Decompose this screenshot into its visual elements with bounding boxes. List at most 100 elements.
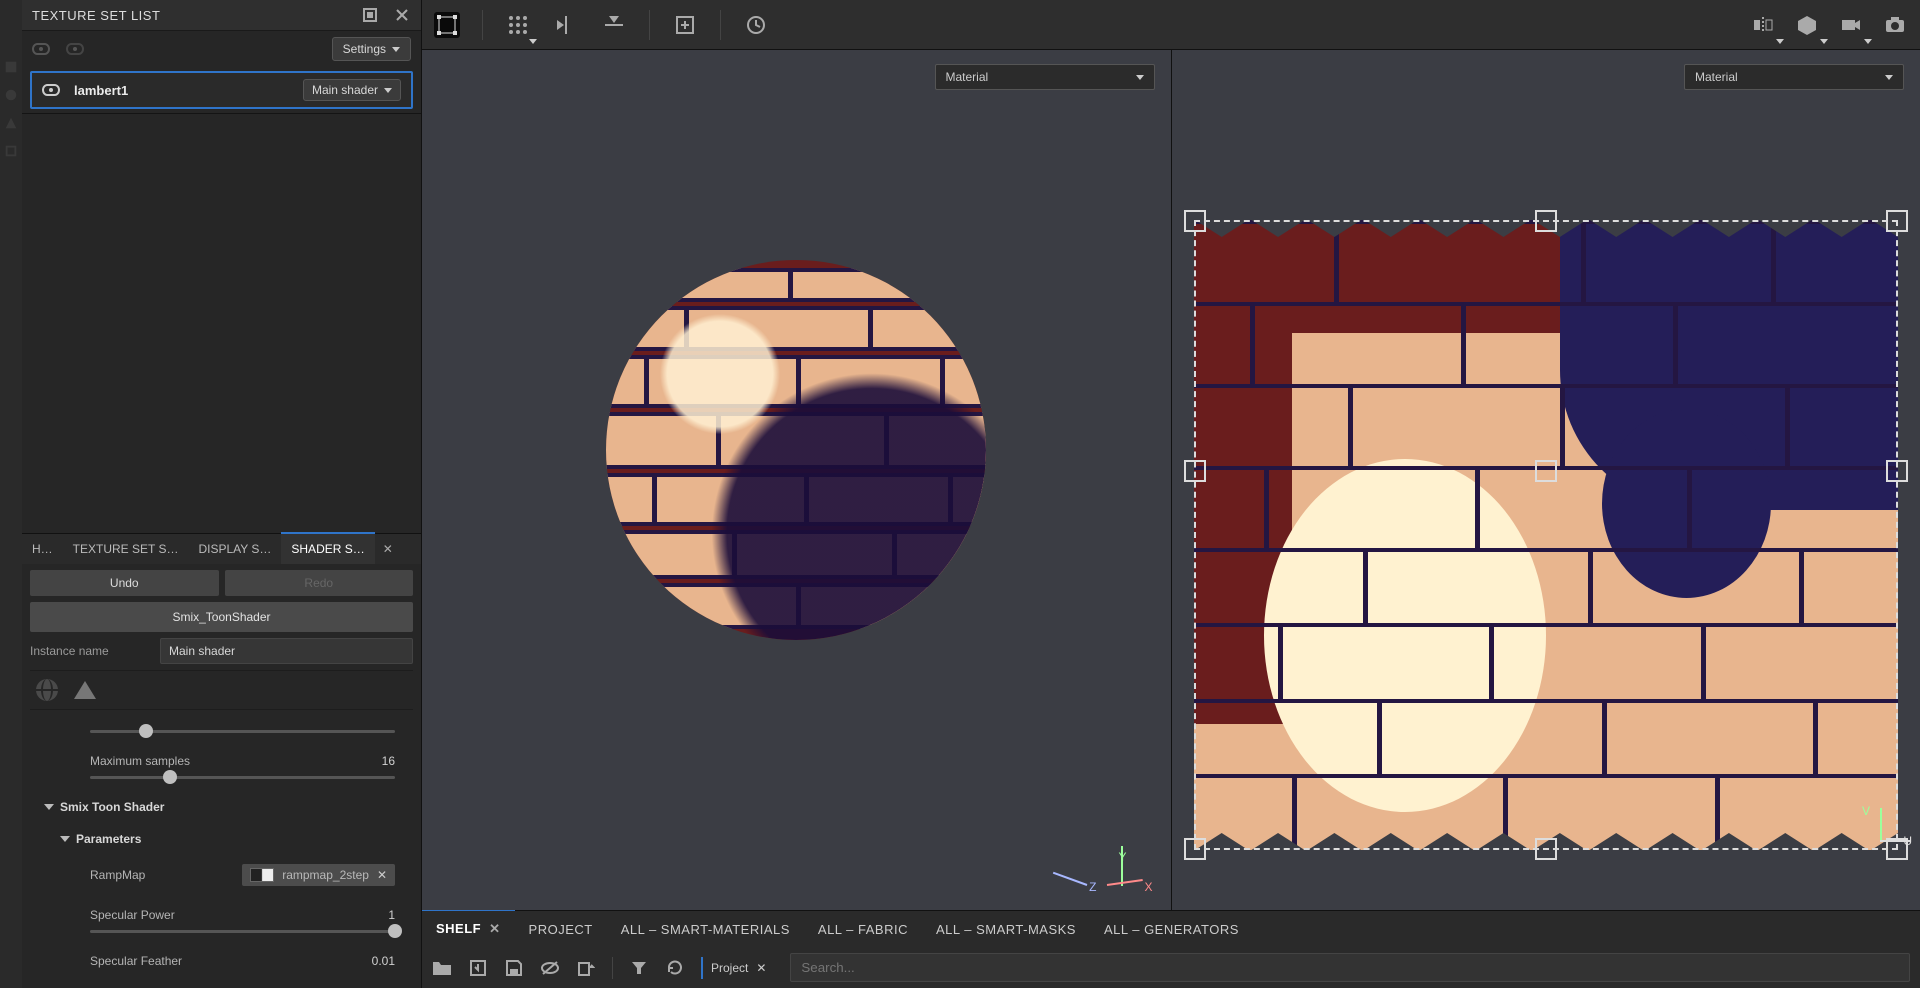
tab-history[interactable]: H…	[22, 534, 63, 564]
shader-settings-panel: Undo Redo Smix_ToonShader Instance name …	[22, 564, 421, 988]
selection-handle[interactable]	[1184, 460, 1206, 482]
texture-set-list-header: TEXTURE SET LIST	[22, 0, 421, 31]
rail-tool-1[interactable]	[4, 60, 18, 74]
visibility-one-icon[interactable]	[66, 43, 84, 55]
max-samples-value: 16	[382, 754, 395, 768]
shelf-tabs: SHELF✕ PROJECT ALL – SMART-MATERIALS ALL…	[422, 911, 1920, 947]
rail-tool-4[interactable]	[4, 144, 18, 158]
tab-shader-settings[interactable]: SHADER S…	[281, 532, 374, 564]
shelf-tab-shelf[interactable]: SHELF✕	[422, 908, 515, 947]
mirror-icon[interactable]	[1750, 12, 1776, 38]
specular-power-slider[interactable]	[90, 926, 395, 936]
redo-button[interactable]: Redo	[225, 570, 414, 596]
chevron-down-icon	[392, 47, 400, 52]
history-icon[interactable]	[743, 12, 769, 38]
close-icon[interactable]	[393, 6, 411, 24]
property-tabs: H… TEXTURE SET S… DISPLAY S… SHADER S… ✕	[22, 533, 421, 564]
selection-handle[interactable]	[1535, 460, 1557, 482]
chevron-down-icon	[60, 836, 70, 842]
viewport-3d[interactable]: Material Y X Z	[422, 50, 1171, 910]
rail-tool-3[interactable]	[4, 116, 18, 130]
chevron-down-icon	[44, 804, 54, 810]
main: Material Y X Z	[422, 0, 1920, 988]
symmetry-x-icon[interactable]	[553, 12, 579, 38]
specular-power-label: Specular Power	[90, 908, 175, 922]
save-icon[interactable]	[504, 958, 524, 978]
tab-close-icon[interactable]: ✕	[375, 534, 401, 564]
shader-select-label: Main shader	[312, 83, 378, 97]
uv-selection[interactable]	[1194, 220, 1899, 850]
cube-icon[interactable]	[1794, 12, 1820, 38]
refresh-icon[interactable]	[665, 958, 685, 978]
texture-set-toolbar: Settings	[22, 31, 421, 67]
texture-set-name: lambert1	[74, 83, 289, 98]
specular-feather-value: 0.01	[372, 954, 395, 968]
preview-sphere	[606, 260, 986, 640]
selection-handle[interactable]	[1886, 210, 1908, 232]
shelf-search-input[interactable]	[790, 953, 1910, 982]
max-samples-slider[interactable]	[90, 772, 395, 782]
rampmap-clear-icon[interactable]: ✕	[377, 868, 387, 882]
sidebar: TEXTURE SET LIST Settings lambert1 Main …	[22, 0, 422, 988]
gizmo-bbox-icon[interactable]	[434, 12, 460, 38]
import-icon[interactable]	[468, 958, 488, 978]
shelf-footer: SHELF✕ PROJECT ALL – SMART-MATERIALS ALL…	[422, 910, 1920, 988]
max-samples-label: Maximum samples	[90, 754, 190, 768]
shelf-tab-fabric[interactable]: ALL – FABRIC	[804, 912, 922, 947]
selection-handle[interactable]	[1184, 838, 1206, 860]
material-dropdown-2d[interactable]: Material	[1684, 64, 1904, 90]
selection-handle[interactable]	[1184, 210, 1206, 232]
rampmap-value: rampmap_2step	[282, 868, 369, 882]
grid-snap-icon[interactable]	[505, 12, 531, 38]
selection-handle[interactable]	[1535, 838, 1557, 860]
shelf-tab-smart-masks[interactable]: ALL – SMART-MASKS	[922, 912, 1090, 947]
selection-handle[interactable]	[1535, 210, 1557, 232]
add-box-icon[interactable]	[672, 12, 698, 38]
symmetry-y-icon[interactable]	[601, 12, 627, 38]
shader-parameters: Maximum samples 16 Smix Toon Shader Param…	[30, 716, 413, 982]
environment-icon[interactable]	[36, 679, 58, 701]
chevron-down-icon	[1885, 75, 1893, 80]
camera-icon[interactable]	[1838, 12, 1864, 38]
axis-gizmo-2d: V U	[1852, 798, 1912, 848]
export-icon[interactable]	[576, 958, 596, 978]
settings-button[interactable]: Settings	[332, 37, 411, 61]
viewport-2d[interactable]: Material	[1171, 50, 1920, 910]
texture-set-item[interactable]: lambert1 Main shader	[30, 71, 413, 109]
close-icon[interactable]: ✕	[489, 921, 500, 936]
project-chip[interactable]: Project✕	[701, 957, 774, 979]
tab-texture-set-settings[interactable]: TEXTURE SET S…	[63, 534, 189, 564]
settings-label: Settings	[343, 42, 386, 56]
chevron-down-icon	[1136, 75, 1144, 80]
shader-preset-button[interactable]: Smix_ToonShader	[30, 602, 413, 632]
undo-button[interactable]: Undo	[30, 570, 219, 596]
instance-name-label: Instance name	[30, 644, 150, 658]
viewport-toolbar	[422, 0, 1920, 50]
shelf-tab-smart-materials[interactable]: ALL – SMART-MATERIALS	[607, 912, 804, 947]
close-icon[interactable]: ✕	[756, 961, 766, 975]
instance-name-input[interactable]: Main shader	[160, 638, 413, 664]
mesh-icon[interactable]	[74, 681, 96, 699]
section-header-toon[interactable]: Smix Toon Shader	[44, 800, 395, 814]
shelf-tab-generators[interactable]: ALL – GENERATORS	[1090, 912, 1253, 947]
popout-icon[interactable]	[361, 6, 379, 24]
shader-select[interactable]: Main shader	[303, 79, 401, 101]
folder-icon[interactable]	[432, 958, 452, 978]
tab-display-settings[interactable]: DISPLAY S…	[188, 534, 281, 564]
hide-icon[interactable]	[540, 958, 560, 978]
screenshot-icon[interactable]	[1882, 12, 1908, 38]
visibility-icon[interactable]	[42, 84, 60, 96]
rampmap-chip[interactable]: rampmap_2step ✕	[242, 864, 395, 886]
tool-rail	[0, 0, 22, 988]
panel-title: TEXTURE SET LIST	[32, 8, 160, 23]
selection-handle[interactable]	[1886, 460, 1908, 482]
filter-icon[interactable]	[629, 958, 649, 978]
slider-unnamed[interactable]	[90, 726, 395, 736]
visibility-all-icon[interactable]	[32, 43, 50, 55]
rail-tool-2[interactable]	[4, 88, 18, 102]
rampmap-thumbnail	[250, 868, 274, 882]
specular-feather-label: Specular Feather	[90, 954, 182, 968]
section-header-parameters[interactable]: Parameters	[60, 832, 395, 846]
shelf-tab-project[interactable]: PROJECT	[515, 912, 607, 947]
material-dropdown-3d[interactable]: Material	[935, 64, 1155, 90]
